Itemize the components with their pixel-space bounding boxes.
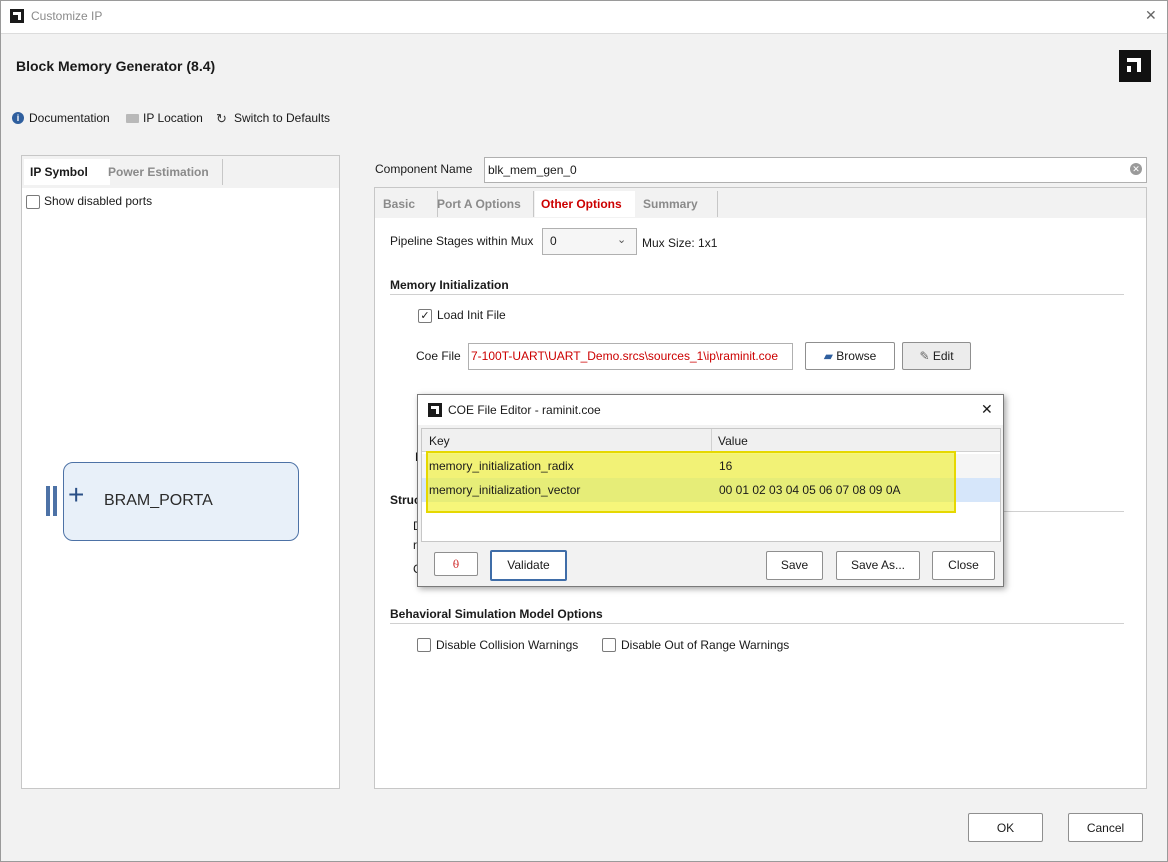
ip-location-button[interactable]: IP Location: [143, 111, 203, 125]
column-divider: [711, 429, 712, 451]
coe-file-input[interactable]: 7-100T-UART\UART_Demo.srcs\sources_1\ip\…: [468, 343, 793, 370]
memory-init-divider: [390, 294, 1124, 295]
tab-ip-symbol[interactable]: IP Symbol: [24, 159, 110, 185]
save-button[interactable]: Save: [766, 551, 823, 580]
edit-pencil-icon: ✎: [919, 349, 930, 363]
expand-plus-icon[interactable]: +: [68, 481, 84, 509]
behavioral-sim-heading: Behavioral Simulation Model Options: [390, 607, 603, 621]
ip-name-title: Block Memory Generator (8.4): [16, 58, 216, 74]
component-name-value: blk_mem_gen_0: [488, 163, 577, 177]
open-folder-icon: ▰: [823, 349, 833, 363]
customize-ip-window: Customize IP ✕ Block Memory Generator (8…: [0, 0, 1168, 862]
title-bar: Customize IP ✕: [1, 1, 1167, 33]
disable-collision-checkbox[interactable]: [417, 638, 431, 652]
coe-editor-dialog: COE File Editor - raminit.coe ✕ Key Valu…: [417, 394, 1004, 587]
bus-bar-1: [46, 486, 50, 516]
dialog-logo-icon: [428, 403, 442, 417]
show-disabled-ports-label: Show disabled ports: [44, 194, 153, 208]
ok-button[interactable]: OK: [968, 813, 1043, 842]
disable-collision-label: Disable Collision Warnings: [436, 638, 579, 652]
component-name-input[interactable]: blk_mem_gen_0 ✕: [484, 157, 1147, 183]
ip-symbol-panel: IP Symbol Power Estimation Show disabled…: [21, 155, 340, 789]
documentation-button[interactable]: Documentation: [29, 111, 110, 125]
pdf-help-button[interactable]: ⍬: [434, 552, 478, 576]
ip-header: Block Memory Generator (8.4) i Documenta…: [1, 33, 1167, 144]
show-disabled-ports-checkbox[interactable]: [26, 195, 40, 209]
pipeline-stages-label: Pipeline Stages within Mux: [390, 234, 534, 248]
dialog-title: COE File Editor - raminit.coe: [448, 403, 601, 417]
load-init-file-checkbox[interactable]: ✓: [418, 309, 432, 323]
tab-summary[interactable]: Summary: [637, 191, 718, 217]
refresh-icon: ↻: [216, 111, 227, 126]
edit-label: Edit: [932, 349, 954, 363]
tab-port-a-options[interactable]: Port A Options: [431, 191, 534, 217]
edit-button[interactable]: ✎ Edit: [902, 342, 971, 370]
cancel-button[interactable]: Cancel: [1068, 813, 1143, 842]
folder-icon: [126, 114, 139, 123]
row-key-vector: memory_initialization_vector: [429, 483, 581, 497]
pdf-icon: ⍬: [452, 557, 460, 571]
switch-to-defaults-button[interactable]: Switch to Defaults: [234, 111, 330, 125]
disable-range-checkbox[interactable]: [602, 638, 616, 652]
pipeline-stages-select[interactable]: 0 ⌄: [542, 228, 637, 255]
chevron-down-icon: ⌄: [617, 234, 627, 246]
bus-bar-2: [53, 486, 57, 516]
dialog-title-bar: COE File Editor - raminit.coe ✕: [418, 395, 1003, 425]
info-icon: i: [12, 112, 24, 124]
behavioral-divider: [390, 623, 1124, 624]
window-close-icon[interactable]: ✕: [1145, 7, 1157, 24]
struct-divider: [999, 511, 1124, 512]
tab-other-options[interactable]: Other Options: [535, 191, 635, 217]
window-title: Customize IP: [31, 9, 103, 23]
amd-brand-logo-icon: [1119, 50, 1151, 82]
coe-table: Key Value memory_initialization_radix 16…: [421, 428, 1001, 542]
coe-file-path: 7-100T-UART\UART_Demo.srcs\sources_1\ip\…: [471, 349, 778, 363]
column-header-key[interactable]: Key: [429, 434, 450, 448]
memory-init-heading: Memory Initialization: [390, 278, 509, 292]
disable-range-label: Disable Out of Range Warnings: [621, 638, 790, 652]
pipeline-stages-value: 0: [550, 234, 557, 248]
row-value-vector: 00 01 02 03 04 05 06 07 08 09 0A: [719, 483, 901, 497]
component-name-label: Component Name: [375, 162, 473, 176]
port-name-label: BRAM_PORTA: [104, 492, 213, 509]
tab-basic[interactable]: Basic: [375, 191, 438, 217]
save-as-button[interactable]: Save As...: [836, 551, 920, 580]
browse-button[interactable]: ▰ Browse: [805, 342, 895, 370]
mux-size-label: Mux Size: 1x1: [642, 236, 718, 250]
column-header-value[interactable]: Value: [718, 434, 748, 448]
clear-input-icon[interactable]: ✕: [1130, 163, 1142, 175]
row-key-radix: memory_initialization_radix: [429, 459, 574, 473]
tab-power-estimation[interactable]: Power Estimation: [106, 159, 223, 185]
browse-label: Browse: [836, 349, 877, 363]
dialog-close-icon[interactable]: ✕: [981, 401, 993, 418]
row-value-radix: 16: [719, 459, 733, 473]
amd-logo-icon: [10, 9, 24, 23]
load-init-file-label: Load Init File: [437, 308, 506, 322]
dialog-close-button[interactable]: Close: [932, 551, 995, 580]
validate-button[interactable]: Validate: [490, 550, 567, 581]
coe-file-label: Coe File: [416, 349, 461, 363]
